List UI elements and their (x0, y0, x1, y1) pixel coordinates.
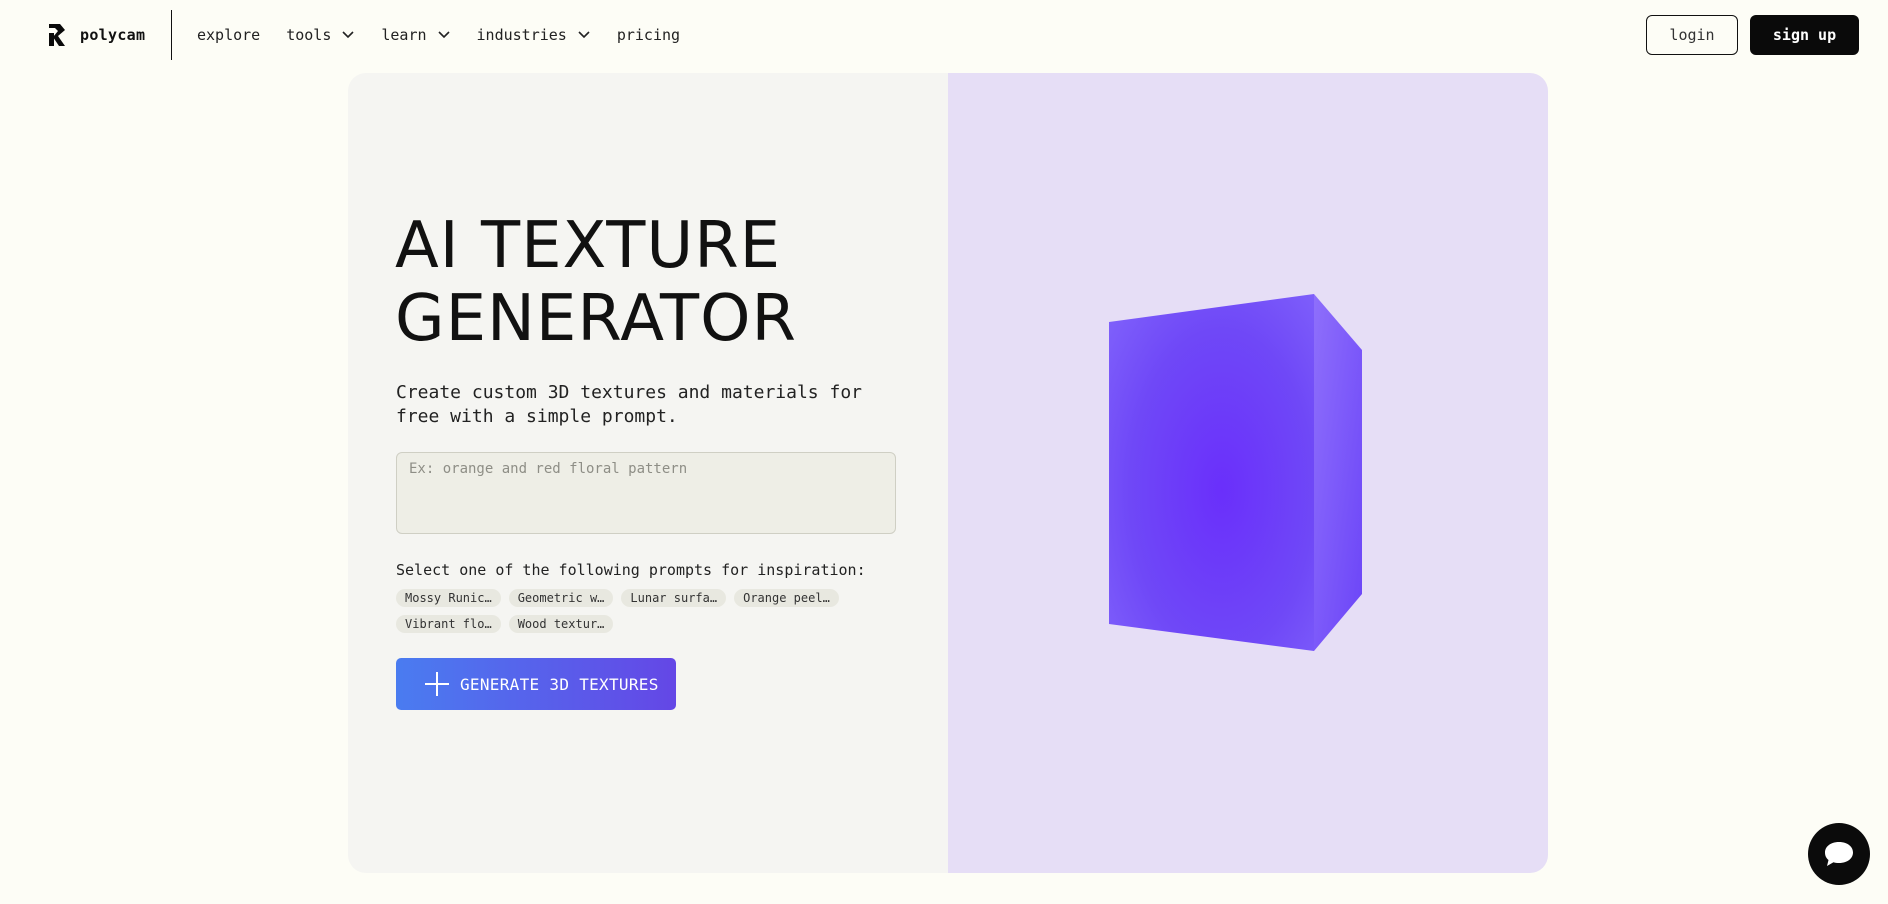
nav-link-label: pricing (616, 26, 681, 44)
texture-preview-cube[interactable] (948, 73, 1548, 873)
nav-link-industries[interactable]: industries (477, 26, 591, 44)
brand-name: polycam (80, 26, 146, 44)
nav-link-label: tools (286, 26, 332, 44)
hero-preview-panel (948, 73, 1548, 873)
prompt-input[interactable] (396, 452, 896, 534)
nav-links: explore tools learn industries pricing (197, 22, 706, 48)
hero-left-panel: AI TEXTURE GENERATOR Create custom 3D te… (348, 73, 948, 873)
generate-button-label: GENERATE 3D TEXTURES (460, 674, 659, 694)
signup-button[interactable]: sign up (1750, 15, 1859, 55)
prompt-chip[interactable]: Orange peel… (734, 589, 839, 607)
hero-subtitle: Create custom 3D textures and materials … (396, 382, 862, 427)
prompt-chip[interactable]: Vibrant flo… (396, 615, 501, 633)
page-title: AI TEXTURE GENERATOR (395, 210, 915, 356)
plus-icon (425, 672, 449, 696)
nav-link-label: explore (197, 26, 261, 44)
chat-button[interactable] (1808, 823, 1870, 885)
nav-link-label: industries (476, 26, 567, 44)
brand-logo[interactable]: polycam (46, 20, 145, 50)
chevron-down-icon (342, 31, 354, 39)
nav-divider (171, 10, 172, 60)
polycam-logo-icon (49, 24, 65, 46)
prompt-chip[interactable]: Lunar surfa… (621, 589, 727, 607)
nav-link-learn[interactable]: learn (381, 26, 450, 44)
generate-button[interactable]: GENERATE 3D TEXTURES (396, 658, 676, 710)
cube-front-face (1109, 294, 1314, 651)
nav-link-explore[interactable]: explore (197, 26, 260, 44)
prompt-chip[interactable]: Mossy Runic… (396, 589, 501, 607)
title-line-2: GENERATOR (395, 282, 797, 356)
chevron-down-icon (578, 31, 590, 39)
inspiration-label: Select one of the following prompts for … (396, 561, 866, 579)
chevron-down-icon (437, 31, 450, 39)
title-line-1: AI TEXTURE (395, 209, 782, 283)
cube-side-face (1314, 294, 1362, 651)
login-button[interactable]: login (1646, 15, 1738, 55)
prompt-chips: Mossy Runic… Geometric w… Lunar surfa… O… (396, 589, 896, 633)
hero-card: AI TEXTURE GENERATOR Create custom 3D te… (348, 73, 1548, 873)
prompt-chip[interactable]: Geometric w… (508, 589, 614, 607)
nav-link-label: learn (381, 26, 427, 44)
prompt-chip[interactable]: Wood textur… (508, 615, 614, 633)
chat-icon (1825, 842, 1853, 866)
nav-link-pricing[interactable]: pricing (617, 26, 680, 44)
nav-link-tools[interactable]: tools (286, 26, 355, 44)
top-nav: polycam explore tools learn industries p… (0, 0, 1888, 70)
